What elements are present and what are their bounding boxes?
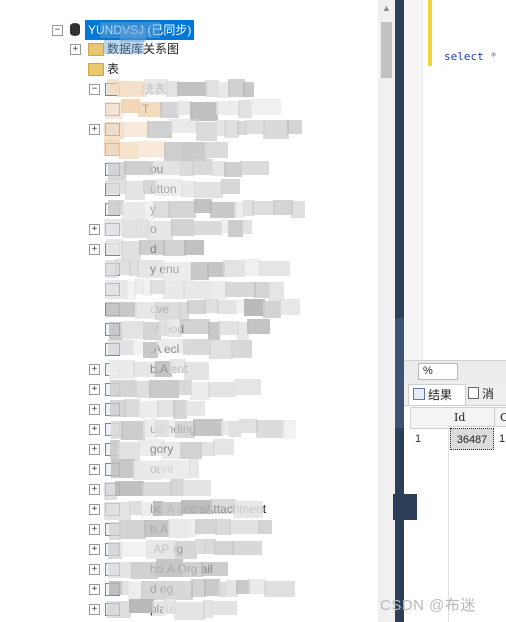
expand-icon[interactable]: + [89,384,100,395]
expand-icon[interactable]: + [89,544,100,555]
expand-icon[interactable]: + [89,584,100,595]
folder-icon [88,63,104,76]
tab-results-label: 结果 [428,388,453,402]
expand-icon[interactable]: + [89,424,100,435]
query-editor[interactable]: select * [404,0,506,360]
collapse-icon[interactable]: − [89,84,100,95]
scroll-up-icon[interactable]: ▲ [378,0,395,17]
tab-results[interactable]: 结果 [408,384,466,405]
cell-c[interactable]: 1 [499,428,506,450]
expand-icon[interactable]: + [89,524,100,535]
query-text[interactable]: select * [444,50,497,63]
tab-messages-label: 消 [482,387,495,401]
splitter-segment [393,494,417,520]
expand-icon[interactable]: + [89,484,100,495]
expand-icon[interactable]: + [89,224,100,235]
sql-keyword: select [444,50,484,63]
expand-icon[interactable]: + [89,124,100,135]
editor-gutter [404,0,423,360]
tables-label[interactable]: 表 [107,59,119,79]
row-number[interactable]: 1 [410,428,448,450]
collapse-icon[interactable]: − [52,25,63,36]
expand-icon[interactable]: + [89,244,100,255]
expand-icon[interactable]: + [89,404,100,415]
scrollbar-thumb[interactable] [381,22,392,78]
cell-id[interactable]: 36487 [450,428,494,450]
expand-icon[interactable]: + [89,604,100,615]
editor-status-strip: % [404,360,506,381]
zoom-value: % [423,365,433,377]
pane-splitter[interactable] [395,0,404,622]
grid-icon [413,388,425,400]
grid-corner[interactable] [410,407,450,429]
expand-icon[interactable]: + [89,364,100,375]
results-grid[interactable]: Id C 1 36487 1 [410,407,506,622]
expand-icon[interactable]: + [89,444,100,455]
watermark: CSDN @布迷 [380,597,476,614]
change-marker [428,0,432,66]
explorer-scrollbar[interactable]: ▲ [378,0,395,622]
column-header-id[interactable]: Id [449,407,495,427]
expand-icon[interactable]: + [89,464,100,475]
object-explorer: − YUNDVSJ (已同步) + 数据库关系图 表 −统表T+ouuttony… [0,0,378,622]
tree-node-tables[interactable]: 表 [0,59,260,79]
expand-icon[interactable]: + [89,504,100,515]
zoom-dropdown[interactable]: % [418,363,458,380]
expand-icon[interactable]: + [89,564,100,575]
database-icon [70,23,80,36]
expand-icon[interactable]: + [70,44,81,55]
sql-star: * [490,50,497,63]
column-header-c[interactable]: C [495,407,506,427]
folder-icon [88,43,104,56]
results-tabs: 结果 消 [404,381,506,406]
tab-messages[interactable]: 消 [468,384,506,404]
messages-icon [468,387,479,399]
